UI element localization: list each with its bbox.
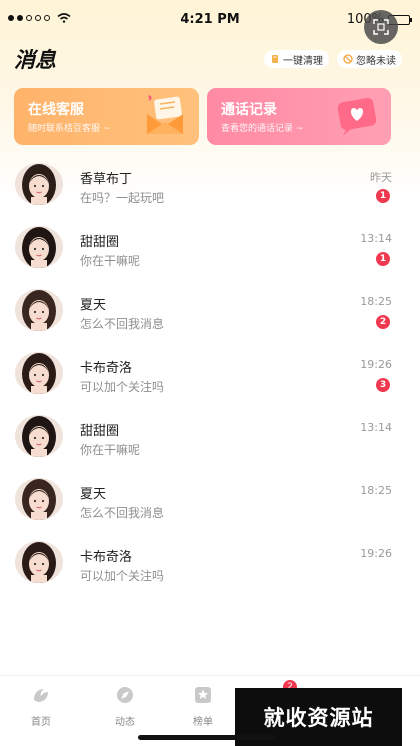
- tab-home[interactable]: 首页: [11, 686, 71, 728]
- scan-icon: [373, 19, 389, 35]
- service-card-subtitle: 随时联系桔豆客服 ~: [28, 124, 111, 134]
- message-preview: 怎么不回我消息: [80, 317, 165, 331]
- tab-moments-label: 动态: [115, 717, 135, 728]
- contact-name: 甜甜圈: [80, 424, 120, 439]
- contact-name: 夏天: [80, 298, 107, 313]
- message-time: 18:25: [360, 484, 392, 497]
- contact-name: 卡布奇洛: [80, 550, 133, 565]
- clear-all-label: 一键清理: [283, 55, 323, 67]
- message-row[interactable]: 香草布丁在吗？一起玩吧 昨天 1: [0, 155, 420, 218]
- ignore-unread-label: 忽略未读: [356, 55, 396, 67]
- message-row[interactable]: 卡布奇洛可以加个关注吗 19:26 3: [0, 344, 420, 407]
- contact-name: 甜甜圈: [80, 235, 120, 250]
- message-time: 19:26: [360, 358, 392, 371]
- service-card-title: 在线客服: [28, 102, 84, 118]
- home-indicator: [138, 735, 278, 740]
- message-time: 13:14: [360, 421, 392, 434]
- message-list: 香草布丁 在吗？一起玩吧 昨天 1 甜甜圈 你在干嘛呢 13:14 1 夏天 怎么不回我消息 18:…: [0, 155, 420, 596]
- tab-home-label: 首页: [31, 717, 51, 728]
- contact-name: 香草布丁: [80, 172, 133, 187]
- contact-name: 夏天: [80, 487, 107, 502]
- avatar[interactable]: [15, 352, 63, 394]
- message-preview: 你在干嘛呢: [80, 254, 141, 268]
- message-row[interactable]: 卡布奇洛可以加个关注吗 19:26: [0, 533, 420, 596]
- message-row[interactable]: 甜甜圈你在干嘛呢 13:14: [0, 407, 420, 470]
- header-actions: 一键清理 忽略未读: [264, 50, 402, 68]
- online-service-card[interactable]: 在线客服 随时联系桔豆客服 ~: [14, 88, 199, 145]
- unread-badge: 1: [376, 189, 390, 203]
- message-preview: 在吗？一起玩吧: [80, 191, 165, 205]
- home-icon: [34, 689, 48, 702]
- avatar[interactable]: [15, 289, 63, 331]
- unread-badge: 2: [376, 315, 390, 329]
- call-records-card[interactable]: 通话记录 查看您的通话记录 ~: [207, 88, 391, 145]
- contact-name: 卡布奇洛: [80, 361, 133, 376]
- scan-button[interactable]: [364, 10, 398, 44]
- tab-ranking[interactable]: 榜单: [173, 686, 233, 728]
- broom-icon: [272, 55, 278, 63]
- message-time: 18:25: [360, 295, 392, 308]
- message-preview: 可以加个关注吗: [80, 380, 165, 394]
- star-icon: [195, 687, 211, 703]
- tab-moments[interactable]: 动态: [95, 686, 155, 728]
- unread-badge: 3: [376, 378, 390, 392]
- tab-ranking-label: 榜单: [193, 717, 213, 728]
- message-preview: 怎么不回我消息: [80, 506, 165, 520]
- message-preview: 你在干嘛呢: [80, 443, 141, 457]
- calls-card-subtitle: 查看您的通话记录 ~: [221, 124, 304, 134]
- message-time: 昨天: [370, 171, 392, 184]
- message-row[interactable]: 甜甜圈你在干嘛呢 13:14 1: [0, 218, 420, 281]
- ignore-icon: [343, 54, 353, 64]
- page-title: 消息: [14, 48, 56, 72]
- calls-card-title: 通话记录: [221, 102, 277, 118]
- message-row[interactable]: 夏天怎么不回我消息 18:25 2: [0, 281, 420, 344]
- message-preview: 可以加个关注吗: [80, 569, 165, 583]
- message-row[interactable]: 夏天怎么不回我消息 18:25: [0, 470, 420, 533]
- avatar[interactable]: [15, 415, 63, 457]
- avatar[interactable]: [15, 541, 63, 583]
- compass-icon: [117, 687, 133, 703]
- unread-badge: 1: [376, 252, 390, 266]
- ignore-unread-button[interactable]: 忽略未读: [337, 50, 402, 68]
- envelope-icon: [147, 95, 183, 134]
- avatar[interactable]: [15, 163, 63, 205]
- heart-bubble-icon: [337, 98, 377, 136]
- message-time: 19:26: [360, 547, 392, 560]
- clear-all-button[interactable]: 一键清理: [264, 50, 329, 68]
- message-time: 13:14: [360, 232, 392, 245]
- avatar[interactable]: [15, 478, 63, 520]
- status-bar: 4:21 PM 100%: [0, 0, 420, 40]
- avatar[interactable]: [15, 226, 63, 268]
